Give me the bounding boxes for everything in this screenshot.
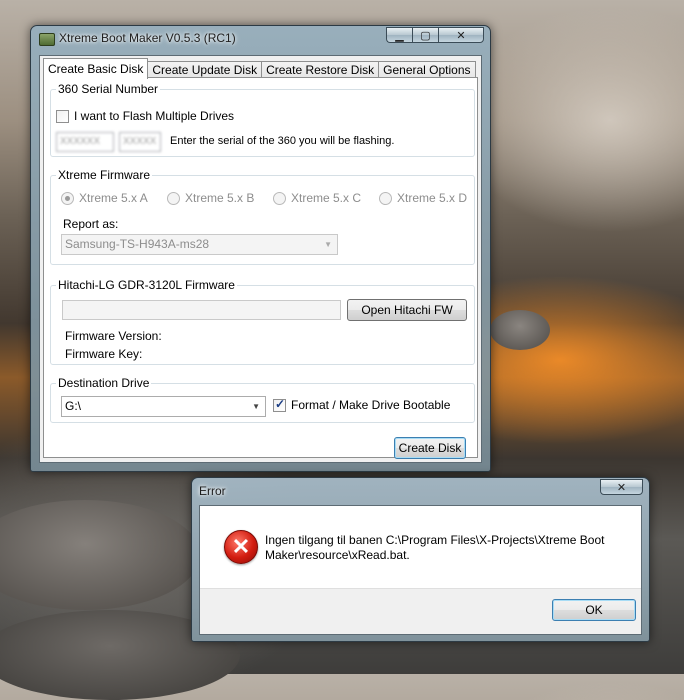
title-bar[interactable]: Xtreme Boot Maker V0.5.3 (RC1) ▁ ▢ ✕ — [31, 26, 490, 50]
error-dialog: Error ✕ ✕ Ingen tilgang til banen C:\Pro… — [191, 477, 650, 642]
close-button[interactable]: ✕ — [438, 27, 484, 43]
maximize-button[interactable]: ▢ — [412, 27, 438, 43]
open-hitachi-fw-button[interactable]: Open Hitachi FW — [347, 299, 467, 321]
chevron-down-icon: ▼ — [252, 402, 260, 411]
dialog-client: ✕ Ingen tilgang til banen C:\Program Fil… — [199, 505, 642, 635]
firmware-version-label: Firmware Version: — [65, 329, 162, 343]
destination-drive-value: G:\ — [65, 399, 82, 413]
destination-drive-legend: Destination Drive — [58, 376, 150, 390]
background-rock — [0, 500, 200, 610]
firmware-label-c[interactable]: Xtreme 5.x C — [291, 191, 361, 205]
firmware-label-a[interactable]: Xtreme 5.x A — [79, 191, 148, 205]
firmware-label-b[interactable]: Xtreme 5.x B — [185, 191, 254, 205]
window-client: Create Basic Disk Create Update Disk Cre… — [39, 55, 482, 463]
tab-create-basic-disk[interactable]: Create Basic Disk — [43, 58, 149, 79]
destination-drive-dropdown[interactable]: G:\ ▼ — [61, 396, 266, 417]
maximize-icon: ▢ — [420, 29, 431, 42]
error-icon: ✕ — [224, 530, 258, 564]
dialog-footer: OK — [200, 588, 641, 634]
window-title: Xtreme Boot Maker V0.5.3 (RC1) — [59, 31, 236, 45]
flash-multiple-label[interactable]: I want to Flash Multiple Drives — [74, 109, 234, 123]
firmware-key-label: Firmware Key: — [65, 347, 143, 361]
destination-drive-group: Destination Drive G:\ ▼ ✓ Format / Make … — [50, 376, 475, 423]
serial-input-part1[interactable]: XXXXXX — [56, 132, 114, 152]
ok-button[interactable]: OK — [552, 599, 636, 621]
close-icon: ✕ — [456, 29, 466, 42]
flash-multiple-checkbox[interactable] — [56, 110, 69, 123]
hitachi-firmware-legend: Hitachi-LG GDR-3120L Firmware — [58, 278, 235, 292]
xtreme-firmware-group: Xtreme Firmware Xtreme 5.x A Xtreme 5.x … — [50, 168, 475, 265]
hitachi-firmware-group: Hitachi-LG GDR-3120L Firmware Open Hitac… — [50, 278, 475, 365]
create-disk-button[interactable]: Create Disk — [394, 437, 466, 459]
main-window: Xtreme Boot Maker V0.5.3 (RC1) ▁ ▢ ✕ Cre… — [30, 25, 491, 472]
close-icon: ✕ — [616, 481, 627, 494]
serial-number-legend: 360 Serial Number — [58, 82, 159, 96]
app-icon — [39, 33, 55, 46]
error-message: Ingen tilgang til banen C:\Program Files… — [265, 533, 605, 562]
minimize-button[interactable]: ▁ — [386, 27, 412, 43]
xtreme-firmware-legend: Xtreme Firmware — [58, 168, 151, 182]
firmware-radio-d[interactable] — [379, 192, 392, 205]
firmware-label-d[interactable]: Xtreme 5.x D — [397, 191, 467, 205]
firmware-radio-a[interactable] — [61, 192, 74, 205]
chevron-down-icon: ▼ — [324, 240, 332, 249]
report-as-dropdown[interactable]: Samsung-TS-H943A-ms28 ▼ — [61, 234, 338, 255]
dialog-close-button[interactable]: ✕ — [600, 479, 643, 495]
report-as-label: Report as: — [63, 217, 119, 231]
tab-page-create-basic-disk: 360 Serial Number I want to Flash Multip… — [43, 77, 478, 459]
format-bootable-label[interactable]: Format / Make Drive Bootable — [291, 398, 450, 412]
background-rock — [490, 310, 550, 350]
report-as-value: Samsung-TS-H943A-ms28 — [65, 237, 210, 251]
tab-strip: Create Basic Disk Create Update Disk Cre… — [43, 58, 476, 79]
minimize-icon: ▁ — [395, 29, 404, 42]
serial-input-part2[interactable]: XXXXX — [119, 132, 161, 152]
dialog-title: Error — [199, 484, 226, 498]
firmware-radio-b[interactable] — [167, 192, 180, 205]
format-bootable-checkbox[interactable]: ✓ — [273, 397, 286, 412]
hitachi-fw-path-field[interactable] — [62, 300, 341, 320]
serial-number-group: 360 Serial Number I want to Flash Multip… — [50, 82, 475, 157]
serial-hint: Enter the serial of the 360 you will be … — [170, 135, 395, 147]
checkmark-icon: ✓ — [275, 397, 286, 411]
firmware-radio-c[interactable] — [273, 192, 286, 205]
